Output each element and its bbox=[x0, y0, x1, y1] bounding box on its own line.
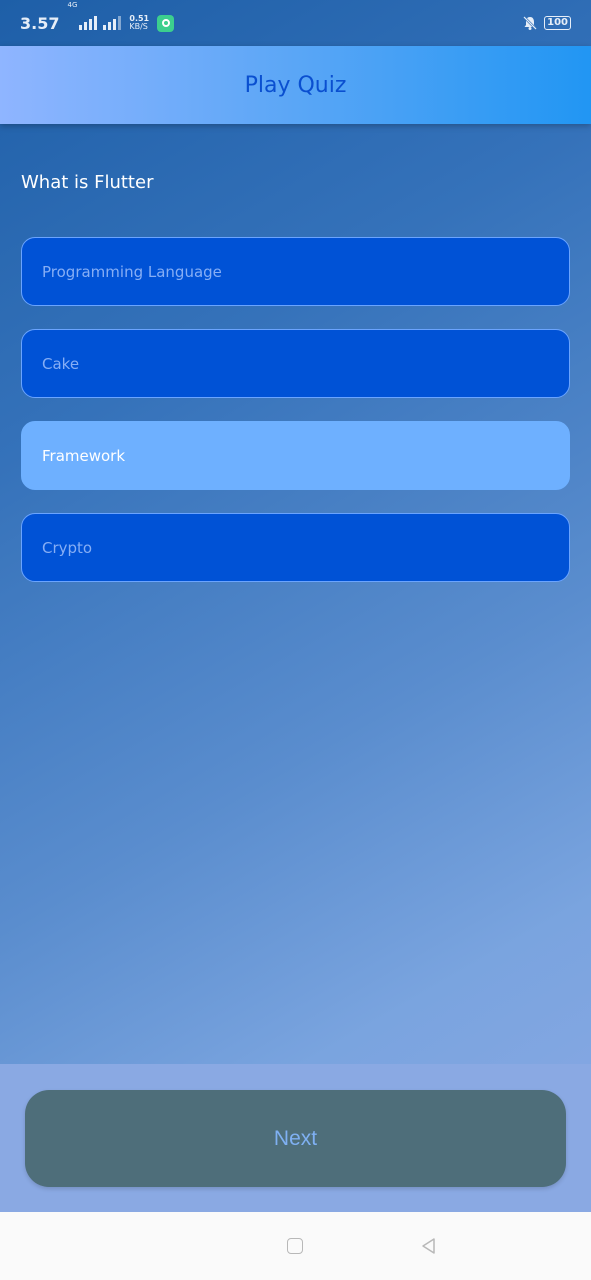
system-nav-bar bbox=[0, 1212, 591, 1280]
signal-2-icon bbox=[103, 16, 122, 30]
status-bar: 3.57 4G 0.51 KB/S 100 bbox=[0, 0, 591, 46]
option-label: Programming Language bbox=[42, 262, 222, 281]
option-label: Crypto bbox=[42, 538, 93, 557]
option-framework[interactable]: Framework bbox=[21, 421, 570, 490]
app-bar: Play Quiz bbox=[0, 46, 591, 124]
status-right: 100 bbox=[522, 15, 571, 31]
option-programming-language[interactable]: Programming Language bbox=[21, 237, 570, 306]
option-cake[interactable]: Cake bbox=[21, 329, 570, 398]
home-icon[interactable] bbox=[283, 1234, 307, 1258]
option-label: Cake bbox=[42, 354, 80, 373]
network-speed: 0.51 KB/S bbox=[129, 15, 149, 31]
app-notification-icon bbox=[157, 14, 175, 32]
battery-icon: 100 bbox=[544, 16, 571, 30]
page-title: Play Quiz bbox=[244, 72, 347, 98]
next-button[interactable]: Next bbox=[25, 1090, 566, 1187]
signal-icon bbox=[79, 16, 98, 30]
bell-off-icon bbox=[523, 16, 538, 30]
question-text: What is Flutter bbox=[21, 172, 154, 193]
menu-icon[interactable] bbox=[147, 1234, 171, 1258]
quiz-screen: 3.57 4G 0.51 KB/S 100 Play Quiz What is … bbox=[0, 0, 591, 1212]
back-icon[interactable] bbox=[417, 1234, 441, 1258]
option-label: Framework bbox=[42, 446, 126, 465]
speed-unit: KB/S bbox=[129, 22, 148, 31]
status-time: 3.57 bbox=[20, 13, 60, 33]
network-type-label: 4G bbox=[67, 1, 78, 9]
option-crypto[interactable]: Crypto bbox=[21, 513, 570, 582]
